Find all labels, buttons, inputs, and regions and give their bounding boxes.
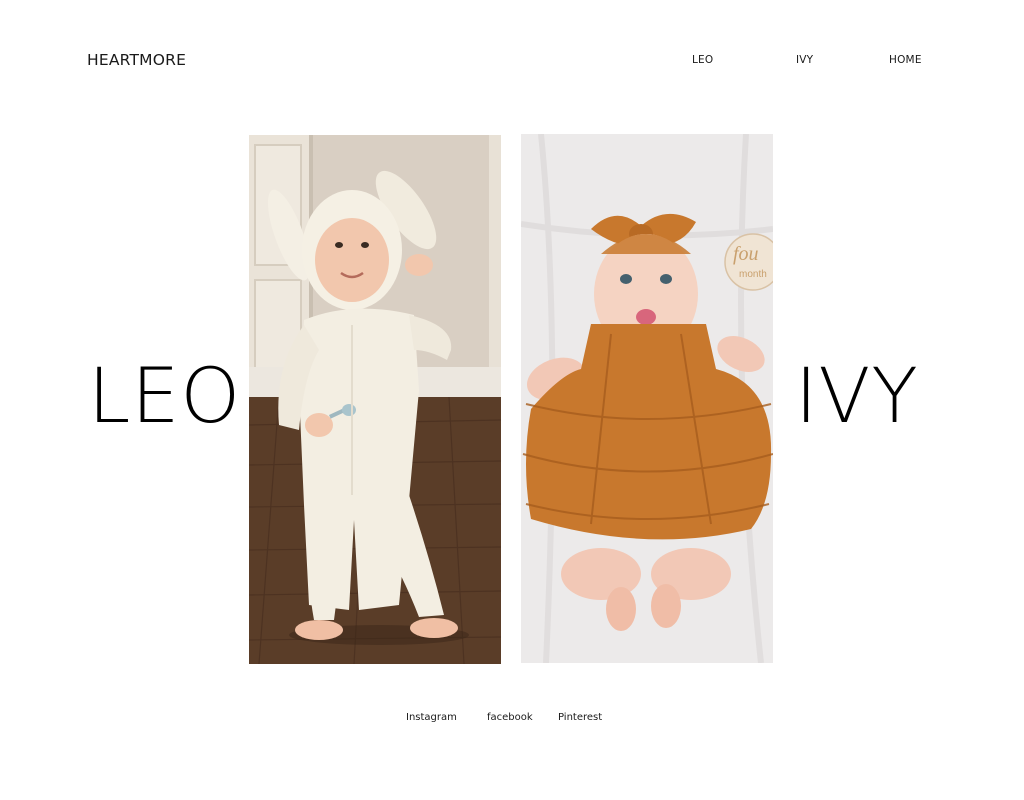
ivy-photo[interactable]: fou month (521, 134, 773, 663)
milestone-sign: fou month (724, 233, 773, 291)
svg-text:fou: fou (733, 243, 759, 265)
ivy-photo-image: fou month (521, 134, 773, 663)
instagram-link[interactable]: Instagram (406, 712, 457, 723)
ivy-heading-link[interactable]: IVY (795, 358, 919, 434)
nav-link-ivy[interactable]: IVY (796, 54, 813, 66)
main-nav: LEO IVY HOME (0, 54, 1024, 70)
leo-heading-link[interactable]: LEO (88, 358, 241, 434)
nav-link-leo[interactable]: LEO (692, 54, 713, 66)
leo-photo-image (249, 135, 501, 664)
nav-link-home[interactable]: HOME (889, 54, 922, 66)
social-links: Instagram facebook Pinterest (0, 712, 1024, 726)
pinterest-link[interactable]: Pinterest (558, 712, 602, 723)
facebook-link[interactable]: facebook (487, 712, 533, 723)
svg-text:month: month (739, 269, 767, 280)
leo-photo[interactable] (249, 135, 501, 664)
